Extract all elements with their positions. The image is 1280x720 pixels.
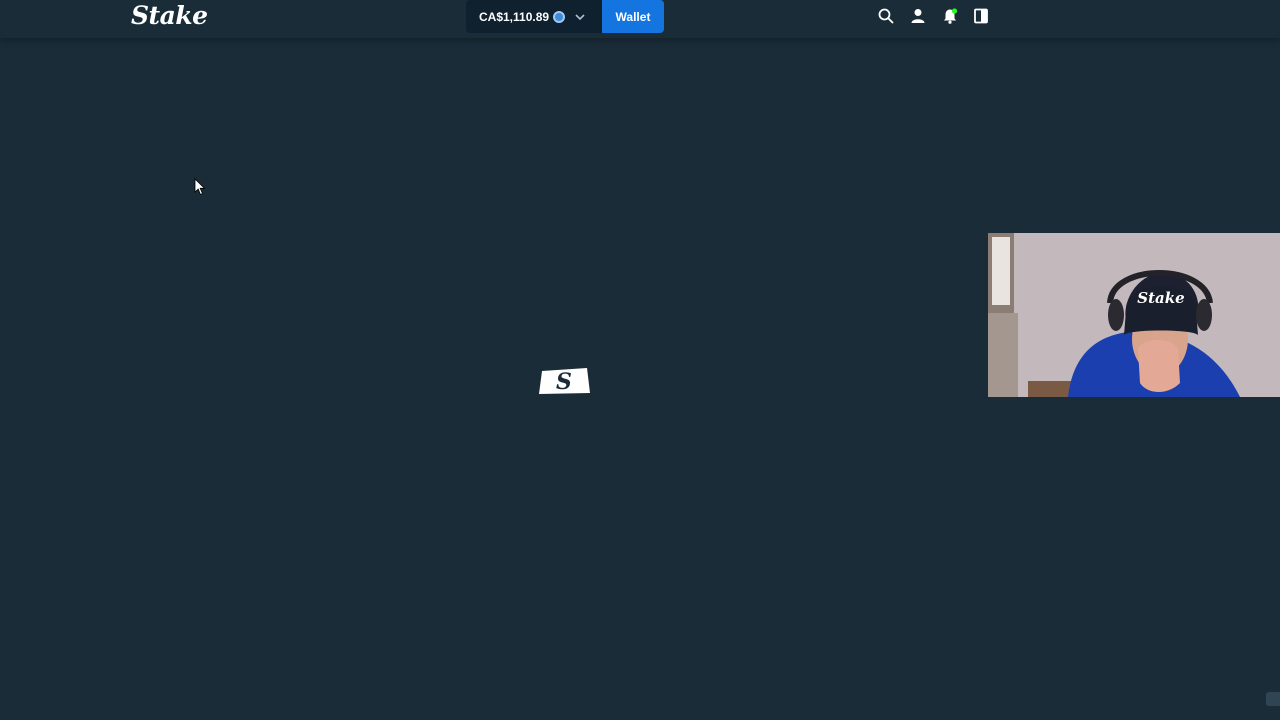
- chevron-down-icon: [575, 13, 585, 20]
- search-icon: [878, 8, 894, 24]
- panel-toggle-icon: [974, 8, 988, 24]
- user-button[interactable]: [908, 6, 928, 26]
- notifications-button[interactable]: [940, 6, 960, 26]
- stake-logo-icon: S: [539, 368, 590, 395]
- coin-icon: [553, 10, 566, 23]
- search-button[interactable]: [876, 6, 896, 26]
- sidebar-toggle-button[interactable]: [971, 6, 991, 26]
- bell-icon: [944, 8, 958, 24]
- user-icon: [911, 9, 925, 23]
- balance-amount: CA$1,110.89: [479, 9, 550, 24]
- balance-selector[interactable]: CA$1,110.89: [466, 0, 602, 33]
- svg-text:S: S: [556, 369, 572, 395]
- cap-logo-text: Stake: [1137, 289, 1184, 307]
- webcam-feed-image: Stake: [988, 233, 1280, 397]
- top-navigation-bar: Stake CA$1,110.89 Wallet: [0, 0, 1280, 38]
- mouse-pointer-icon: [194, 178, 206, 196]
- webcam-overlay: Stake: [988, 233, 1280, 397]
- wallet-button[interactable]: Wallet: [602, 0, 664, 33]
- chat-icon[interactable]: [1266, 692, 1280, 706]
- stake-logo[interactable]: Stake: [131, 0, 208, 32]
